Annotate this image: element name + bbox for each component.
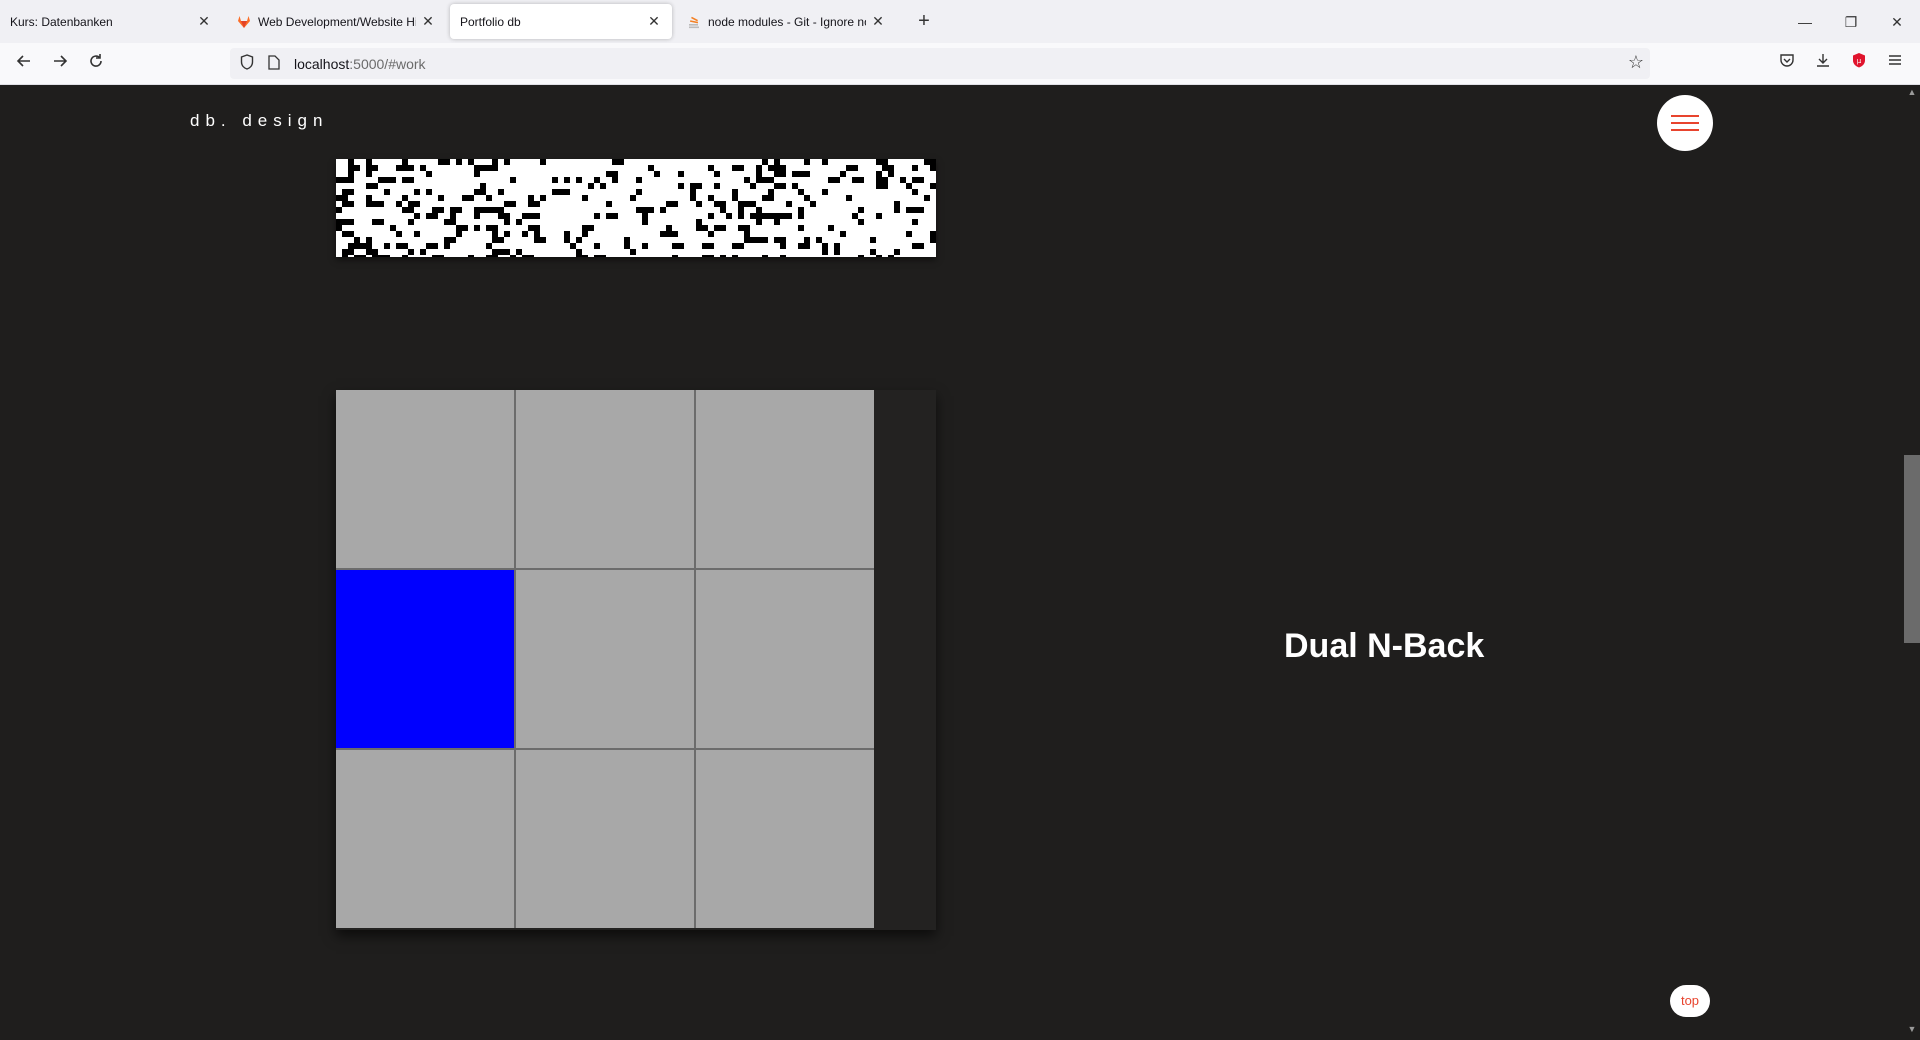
- url-bar[interactable]: localhost:5000/#work ☆: [230, 48, 1650, 79]
- reload-button[interactable]: [82, 51, 110, 77]
- tab-close-icon[interactable]: ✕: [420, 13, 436, 30]
- pocket-icon[interactable]: [1774, 51, 1800, 77]
- arrow-right-icon: [54, 55, 68, 67]
- hamburger-icon: [1671, 115, 1699, 117]
- restore-button[interactable]: ❐: [1828, 8, 1874, 36]
- new-tab-button[interactable]: +: [912, 10, 936, 34]
- svg-text:μ: μ: [1857, 57, 1862, 65]
- tab-web-development[interactable]: Web Development/Website Hin ✕: [226, 4, 446, 39]
- hamburger-bar: [1671, 122, 1699, 124]
- shield-icon[interactable]: [240, 54, 258, 73]
- grid-cell: [336, 750, 514, 928]
- tab-close-icon[interactable]: ✕: [870, 13, 886, 30]
- app-menu-icon[interactable]: [1882, 51, 1908, 77]
- download-icon[interactable]: [1810, 51, 1836, 77]
- scrollbar-thumb[interactable]: [1904, 455, 1920, 643]
- tab-portfolio-db[interactable]: Portfolio db ✕: [450, 4, 672, 39]
- tab-strip: Kurs: Datenbanken ✕ Web Development/Webs…: [0, 0, 1920, 43]
- tab-label: node modules - Git - Ignore no: [708, 14, 866, 29]
- ublock-shield-icon[interactable]: μ: [1846, 51, 1872, 77]
- tab-close-icon[interactable]: ✕: [646, 13, 662, 30]
- navigation-toolbar: localhost:5000/#work ☆ μ: [0, 43, 1920, 85]
- grid-cell-active: [336, 570, 514, 748]
- tab-label: Portfolio db: [460, 14, 521, 29]
- grid-cell: [696, 750, 874, 928]
- close-window-button[interactable]: ✕: [1874, 8, 1920, 36]
- pixel-pattern: [336, 159, 942, 261]
- url-path: :5000/#work: [349, 55, 426, 72]
- grid-cell: [516, 390, 694, 568]
- minimize-button[interactable]: —: [1782, 8, 1828, 36]
- tab-label: Web Development/Website Hin: [258, 14, 416, 29]
- n-back-grid: [336, 390, 874, 928]
- tab-kurs-datenbanken[interactable]: Kurs: Datenbanken ✕: [0, 4, 222, 39]
- arrow-left-icon: [16, 55, 30, 67]
- url-text: localhost:5000/#work: [294, 56, 426, 72]
- grid-cell: [696, 570, 874, 748]
- scroll-up-arrow-icon[interactable]: ▲: [1904, 87, 1920, 101]
- page-content: db. design Dual N-Back top: [0, 85, 1920, 1040]
- tab-close-icon[interactable]: ✕: [196, 13, 212, 30]
- site-brand[interactable]: db. design: [190, 111, 328, 131]
- url-host: localhost: [294, 55, 350, 72]
- hamburger-bar: [1671, 129, 1699, 131]
- back-to-top-button[interactable]: top: [1670, 985, 1710, 1017]
- page-icon: [268, 54, 284, 73]
- tab-node-modules-git[interactable]: node modules - Git - Ignore no ✕: [676, 4, 896, 39]
- project-title[interactable]: Dual N-Back: [1284, 627, 1484, 666]
- grid-cell: [516, 750, 694, 928]
- grid-cell: [516, 570, 694, 748]
- reload-icon: [90, 54, 102, 67]
- scroll-down-arrow-icon[interactable]: ▼: [1904, 1024, 1920, 1038]
- bookmark-star-icon[interactable]: ☆: [1628, 52, 1644, 73]
- tab-label: Kurs: Datenbanken: [10, 14, 113, 29]
- hamburger-menu-button[interactable]: [1657, 95, 1713, 151]
- gitlab-icon: [236, 14, 252, 30]
- grid-cell: [696, 390, 874, 568]
- dual-n-back-preview: [336, 390, 936, 930]
- forward-button[interactable]: [46, 51, 74, 77]
- game-of-life-preview: [336, 159, 942, 261]
- back-button[interactable]: [10, 51, 38, 77]
- stackoverflow-icon: [686, 14, 702, 30]
- grid-cell: [336, 390, 514, 568]
